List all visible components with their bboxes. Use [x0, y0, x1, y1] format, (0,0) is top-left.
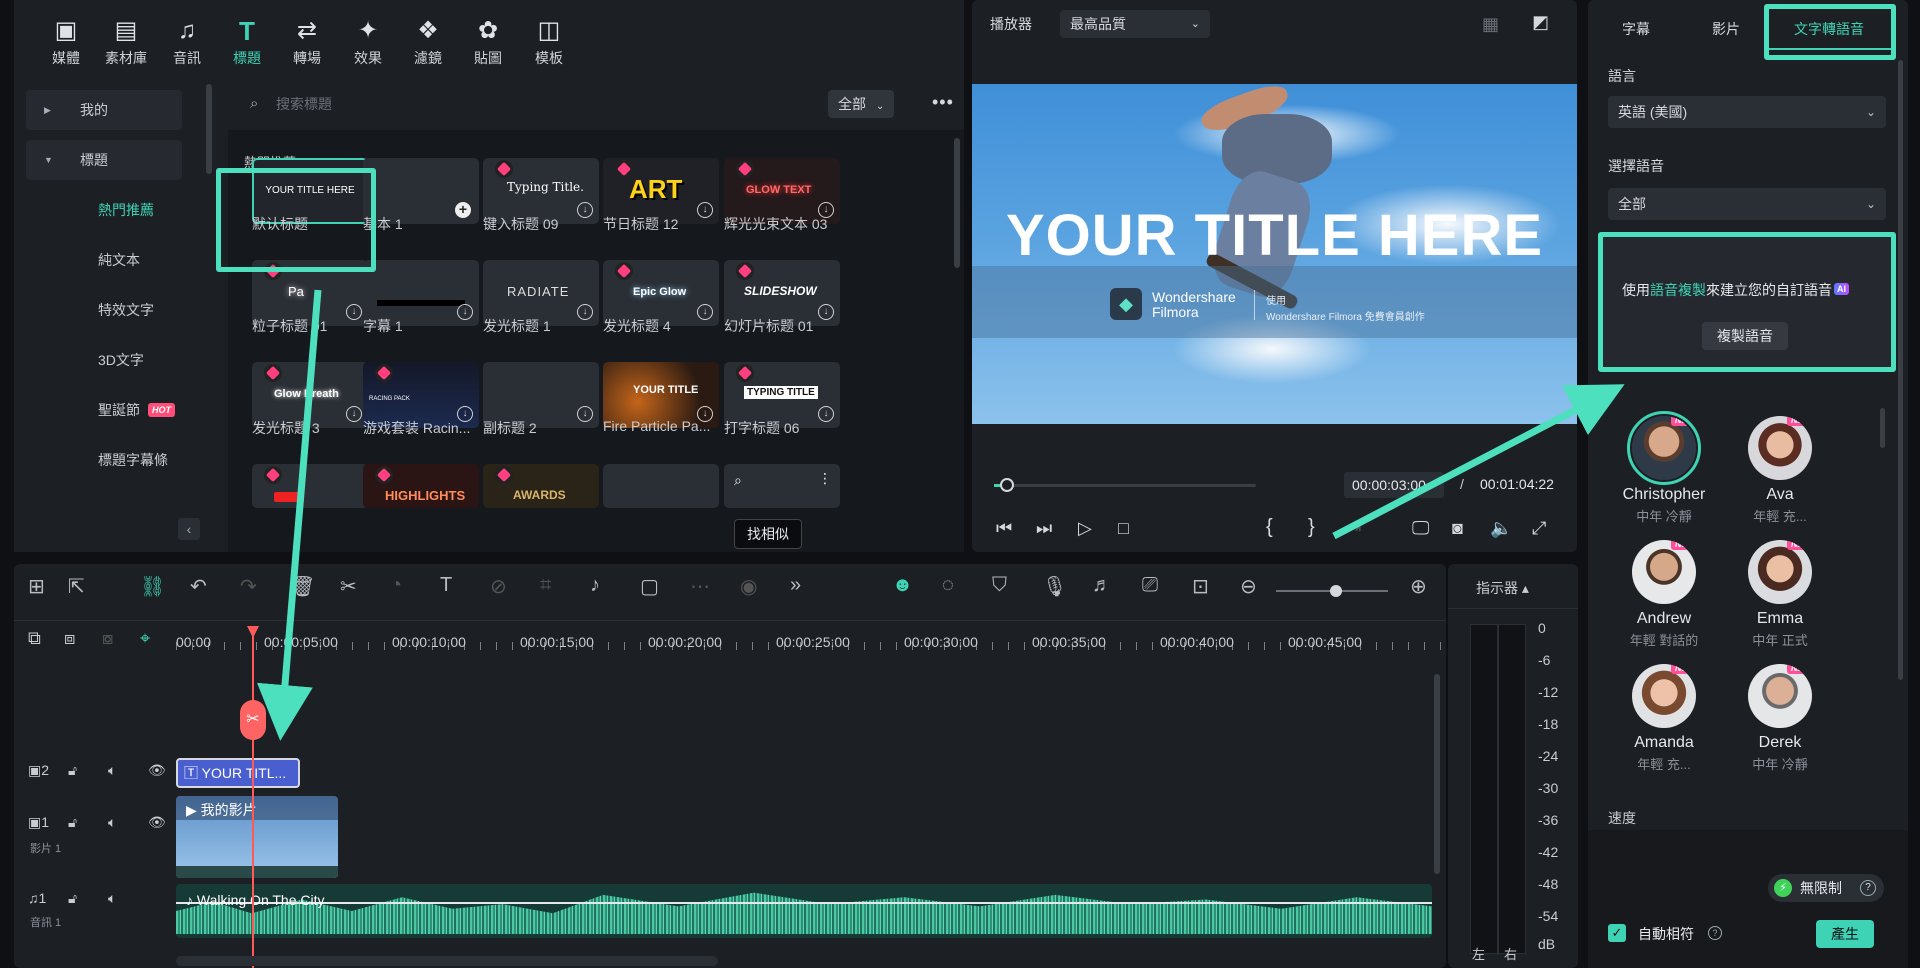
arrow-to-voice-clone [1332, 384, 1625, 540]
annotation-arrows [257, 289, 1625, 741]
arrow-to-timeline [257, 289, 322, 741]
